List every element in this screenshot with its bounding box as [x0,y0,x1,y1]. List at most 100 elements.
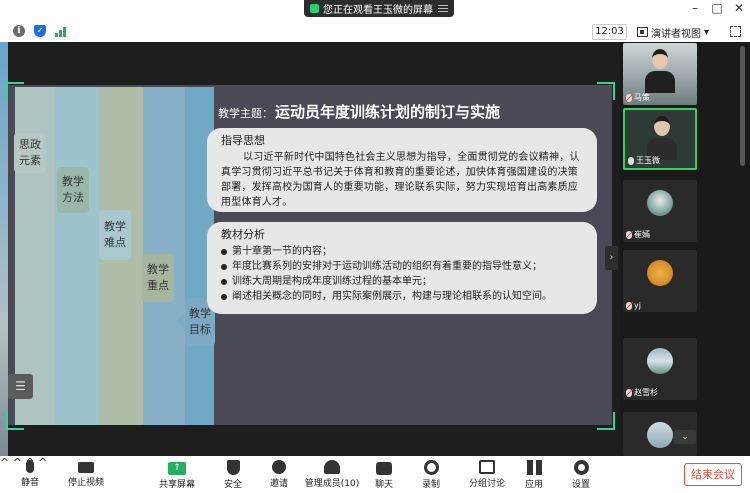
chevron-down-icon: ▾ [704,26,710,38]
shield-icon [226,460,240,475]
chat-icon [376,462,392,475]
participant-tile[interactable]: yj [623,250,697,312]
tab-methods: 教学 方法 [57,167,89,213]
participant-name-text: 崔嫣 [634,230,650,239]
slide-column [55,87,99,425]
participant-tile-active-speaker[interactable]: 王玉微 [623,108,697,170]
participant-tile[interactable]: 崔嫣 [623,180,697,242]
list-item-text: 训练大周期是构成年度训练过程的基本单元； [232,276,432,287]
guiding-body: 以习近平新时代中国特色社会主义思想为指导，全面贯彻党的会议精神，认真学习贯彻习近… [221,152,580,208]
signal-icon[interactable] [55,25,67,37]
analysis-heading: 教材分析 [221,228,265,241]
avatar [647,348,673,374]
tab-text: 教学 [104,220,126,233]
theme-label: 教学主题： [218,107,273,120]
viewing-banner[interactable]: 您正在观看王玉微的屏幕 [304,0,454,17]
invite-button[interactable]: 邀请 [255,460,303,489]
title-bar: 您正在观看王玉微的屏幕 – □ ✕ [0,0,750,18]
maximize-button[interactable]: □ [710,1,724,15]
share-screen-button[interactable]: ↑ 共享屏幕 [153,460,201,490]
mic-off-icon [626,388,632,397]
tab-ideology: 思政 元素 [14,133,46,173]
tab-key-points: 教学 重点 [142,254,174,302]
avatar [647,190,673,216]
bullet-icon [221,263,227,270]
security-label: 安全 [223,480,242,490]
tab-text: 教学 [189,307,211,320]
share-frame-corner [597,412,615,430]
invite-icon [272,460,286,474]
meeting-toolbar: i ✓ 12:03 演讲者视图 ▾ [0,22,750,42]
participant-name: 赵雪杉 [626,387,658,398]
fullscreen-icon[interactable] [730,26,741,37]
chat-label: 聊天 [374,480,393,490]
mic-off-icon [626,93,632,102]
tab-text: 元素 [19,154,41,167]
tab-text: 思政 [19,138,41,151]
settings-label: 设置 [571,480,590,490]
close-button[interactable]: ✕ [732,1,746,15]
mic-off-icon [626,230,632,239]
tab-text: 难点 [104,236,126,249]
menu-icon[interactable]: ☰ [8,374,33,399]
security-button[interactable]: 安全 [209,460,257,490]
camera-icon [78,462,94,473]
participant-video [647,116,677,160]
analysis-list: 第十章第一节的内容； 年度比赛系列的安排对于运动训练活动的组织有着重要的指导性意… [221,244,583,304]
stop-video-button[interactable]: 停止视频 [62,460,110,488]
share-screen-label: 共享屏幕 [158,480,195,490]
tab-pointer [176,314,184,328]
collapse-panel-button[interactable]: › [605,246,618,270]
chat-button[interactable]: 聊天 [360,460,408,490]
view-switcher[interactable]: 演讲者视图 ▾ [637,24,720,40]
manage-members-button[interactable]: 管理成员(10) [300,460,364,489]
record-icon [423,460,439,475]
mic-off-icon [626,301,632,310]
share-screen-icon: ↑ [168,462,186,475]
bullet-icon [221,278,227,285]
list-item: 第十章第一节的内容； [221,244,583,259]
invite-label: 邀请 [269,479,288,489]
panel-scrollbar[interactable] [740,46,745,166]
scroll-down-button[interactable]: ⌄ [674,430,696,444]
bullet-icon [221,293,227,300]
tab-text: 目标 [189,323,211,336]
participant-name-text: 赵雪杉 [634,388,658,397]
end-meeting-button[interactable]: 结束会议 [684,463,742,486]
meeting-clock: 12:03 [592,24,627,40]
record-button[interactable]: 录制 [407,460,455,490]
participant-tile[interactable]: 赵雪杉 [623,338,697,400]
mute-button[interactable]: 静音 [6,460,54,488]
participant-video [645,49,675,93]
apps-icon [526,460,542,475]
list-item: 训练大周期是构成年度训练过程的基本单元； [221,274,583,289]
analysis-card: 教材分析 第十章第一节的内容； 年度比赛系列的安排对于运动训练活动的组织有着重要… [207,222,597,314]
share-indicator-icon [310,4,319,13]
members-icon [324,460,340,474]
participant-name-text: yj [634,301,641,310]
guiding-card: 指导思想 以习近平新时代中国特色社会主义思想为指导，全面贯彻党的会议精神，认真学… [207,128,597,212]
meeting-controls: 静音 ^ 停止视频 ^ ↑ 共享屏幕 ^ 安全 邀请 管理成员(10) 聊天 录… [0,456,750,493]
shield-icon[interactable]: ✓ [34,25,46,37]
participant-name: 崔嫣 [626,229,650,240]
participant-tile[interactable]: 马策 [623,43,697,105]
apps-label: 应用 [524,480,543,490]
mute-label: 静音 [20,478,39,488]
tab-text: 重点 [147,279,169,292]
apps-button[interactable]: 应用 [510,460,558,490]
tab-text: 方法 [62,191,84,204]
info-icon[interactable]: i [13,25,25,37]
participant-name: yj [626,301,641,310]
members-label: 管理成员(10) [304,479,360,489]
share-frame-corner [597,82,615,100]
tab-text: 教学 [147,263,169,276]
list-item-text: 年度比赛系列的安排对于运动训练活动的组织有着重要的指导性意义； [232,261,542,272]
gear-icon [573,460,589,475]
settings-button[interactable]: 设置 [557,460,605,490]
guiding-heading: 指导思想 [221,134,265,147]
slide-theme: 教学主题： 运动员年度训练计划的制订与实施 [218,101,500,122]
menu-icon[interactable] [438,5,448,12]
minimize-button[interactable]: – [688,1,702,15]
tab-difficulties: 教学 难点 [99,210,131,260]
breakout-button[interactable]: 分组讨论 [463,460,511,489]
